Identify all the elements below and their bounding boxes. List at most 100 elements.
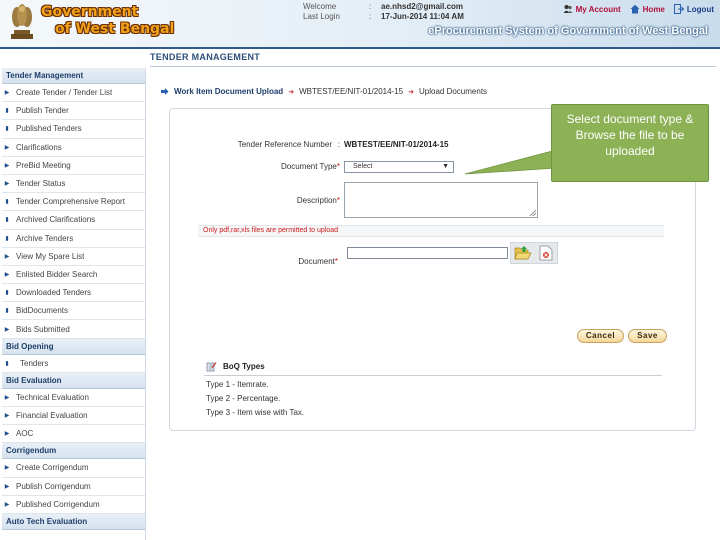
arrow-icon: ▶	[4, 326, 10, 333]
sidebar-item-label: Create Tender / Tender List	[16, 88, 113, 98]
save-button[interactable]: Save	[628, 329, 667, 343]
section-title: TENDER MANAGEMENT	[150, 52, 261, 62]
my-account-label: My Account	[575, 4, 621, 14]
tender-ref-value: WBTEST/EE/NIT-01/2014-15	[344, 140, 449, 149]
sidebar-item-label: Publish Tender	[16, 106, 69, 116]
logout-link[interactable]: Logout	[673, 4, 714, 14]
arrow-icon: ▶	[4, 90, 10, 97]
state-emblem-icon	[11, 4, 33, 39]
sidebar-item-archive-tenders[interactable]: ▮ Archive Tenders	[2, 230, 145, 248]
sidebar-item-label: Clarifications	[16, 142, 62, 152]
sidebar-item-label: AOC	[16, 429, 34, 439]
sidebar-item-published-corrigendum[interactable]: ▶ Published Corrigendum	[2, 496, 145, 514]
resize-handle-icon[interactable]	[530, 210, 536, 216]
sidebar-heading-corrigendum[interactable]: Corrigendum	[2, 443, 145, 460]
boq-types-heading: BoQ Types	[206, 361, 265, 372]
bar-icon: ▮	[5, 126, 9, 133]
remove-file-button[interactable]	[537, 244, 555, 262]
boq-divider	[204, 375, 662, 376]
cancel-button[interactable]: Cancel	[577, 329, 624, 343]
home-label: Home	[642, 4, 665, 14]
sidebar-item-label: Enlisted Bidder Search	[16, 269, 98, 279]
boq-types-title: BoQ Types	[223, 362, 265, 371]
breadcrumb-arrow-icon: ➜	[288, 88, 295, 96]
sidebar-item-clarifications[interactable]: ▶ Clarifications	[2, 139, 145, 157]
sidebar-item-label: Archived Clarifications	[16, 215, 96, 225]
sidebar-item-label: BidDocuments	[16, 306, 69, 316]
sidebar-item-bid-documents[interactable]: ▮ BidDocuments	[2, 302, 145, 321]
sidebar-item-bidder-search[interactable]: ▶ Enlisted Bidder Search	[2, 266, 145, 285]
user-icon	[563, 5, 573, 13]
sidebar-item-label: Published Corrigendum	[16, 499, 100, 509]
sidebar-heading-bid-opening[interactable]: Bid Opening	[2, 338, 145, 355]
sidebar-item-comprehensive-report[interactable]: ▮ Tender Comprehensive Report	[2, 193, 145, 212]
arrow-icon: ▶	[4, 483, 10, 490]
arrow-icon: ▶	[4, 144, 10, 151]
sidebar-item-publish-tender[interactable]: ▮ Publish Tender	[2, 102, 145, 121]
bar-icon: ▮	[5, 217, 9, 224]
sidebar-item-published-tenders[interactable]: ▮ Published Tenders	[2, 120, 145, 139]
browse-button[interactable]	[514, 244, 532, 262]
sidebar-item-create-tender[interactable]: ▶ Create Tender / Tender List	[2, 84, 145, 103]
sidebar-item-label: Create Corrigendum	[16, 463, 89, 473]
boq-type-2: Type 2 - Percentage.	[206, 394, 281, 403]
sidebar-item-archived-clarifications[interactable]: ▮ Archived Clarifications	[2, 211, 145, 230]
sidebar-heading-tender-management[interactable]: Tender Management	[2, 68, 145, 84]
upload-actions	[510, 242, 558, 264]
sidebar-item-bids-submitted[interactable]: ▶ Bids Submitted	[2, 320, 145, 339]
last-login-separator: :	[369, 12, 372, 21]
sidebar-item-financial-evaluation[interactable]: ▶ Financial Evaluation	[2, 407, 145, 426]
sidebar-item-label: Archive Tenders	[16, 233, 74, 243]
app-header: Government of West Bengal Welcome : ae.n…	[0, 0, 720, 47]
sidebar-item-label: Financial Evaluation	[16, 411, 88, 421]
bar-icon: ▮	[5, 108, 9, 115]
bar-icon: ▮	[5, 235, 9, 242]
user-info: Welcome : ae.nhsd2@gmail.com Last Login …	[303, 2, 464, 22]
top-links: My Account Home Logout	[563, 4, 714, 14]
document-delete-icon	[539, 245, 552, 261]
sidebar-item-publish-corrigendum[interactable]: ▶ Publish Corrigendum	[2, 478, 145, 496]
welcome-label: Welcome	[303, 2, 337, 11]
sidebar-item-label: Tender Status	[16, 179, 66, 189]
boq-type-3: Type 3 - Item wise with Tax.	[206, 408, 305, 417]
sidebar-item-label: Tenders	[20, 358, 49, 368]
sidebar-item-label: Tender Comprehensive Report	[16, 197, 125, 207]
arrow-icon: ▶	[4, 501, 10, 508]
breadcrumb-ref[interactable]: WBTEST/EE/NIT-01/2014-15	[299, 87, 403, 96]
sidebar-item-label: Publish Corrigendum	[16, 481, 91, 491]
sidebar-item-prebid-meeting[interactable]: ▶ PreBid Meeting	[2, 157, 145, 175]
sidebar-item-technical-evaluation[interactable]: ▶ Technical Evaluation	[2, 389, 145, 407]
sidebar-heading-bid-evaluation[interactable]: Bid Evaluation	[2, 372, 145, 389]
sidebar-item-create-corrigendum[interactable]: ▶ Create Corrigendum	[2, 459, 145, 478]
bar-icon: ▮	[5, 199, 9, 206]
arrow-icon: ▶	[4, 394, 10, 401]
breadcrumb: Work Item Document Upload ➜ WBTEST/EE/NI…	[160, 87, 487, 96]
logout-label: Logout	[686, 4, 714, 14]
arrow-icon: ▶	[4, 162, 10, 169]
arrow-icon: ▶	[4, 253, 10, 260]
document-type-selected: Select	[353, 163, 373, 170]
description-textarea[interactable]	[344, 182, 538, 218]
sidebar-item-tender-status[interactable]: ▶ Tender Status	[2, 175, 145, 194]
home-link[interactable]: Home	[630, 4, 665, 14]
document-type-label: Document Type*	[280, 162, 340, 171]
document-type-select[interactable]: Select ▼	[344, 161, 454, 173]
dropdown-arrow-icon: ▼	[442, 163, 449, 170]
sidebar-item-label: View My Spare List	[16, 251, 85, 261]
document-file-input[interactable]	[347, 247, 508, 259]
user-email: ae.nhsd2@gmail.com	[381, 2, 464, 11]
arrow-icon: ▶	[4, 431, 10, 438]
sidebar-heading-auto-tech-evaluation[interactable]: Auto Tech Evaluation	[2, 513, 145, 530]
home-icon	[630, 4, 640, 14]
sidebar-item-opening-tenders[interactable]: ▮ Tenders	[2, 355, 145, 373]
logout-icon	[673, 4, 684, 14]
sidebar-item-spare-list[interactable]: ▶ View My Spare List	[2, 248, 145, 266]
sidebar-item-aoc[interactable]: ▶ AOC	[2, 425, 145, 444]
tender-ref-separator: :	[337, 140, 340, 149]
sidebar-item-downloaded-tenders[interactable]: ▮ Downloaded Tenders	[2, 284, 145, 303]
last-login-label: Last Login	[303, 12, 340, 21]
breadcrumb-arrow-icon: ➜	[408, 88, 414, 96]
my-account-link[interactable]: My Account	[563, 4, 621, 14]
sidebar-item-label: Bids Submitted	[16, 324, 70, 334]
document-label: Document*	[298, 257, 338, 266]
